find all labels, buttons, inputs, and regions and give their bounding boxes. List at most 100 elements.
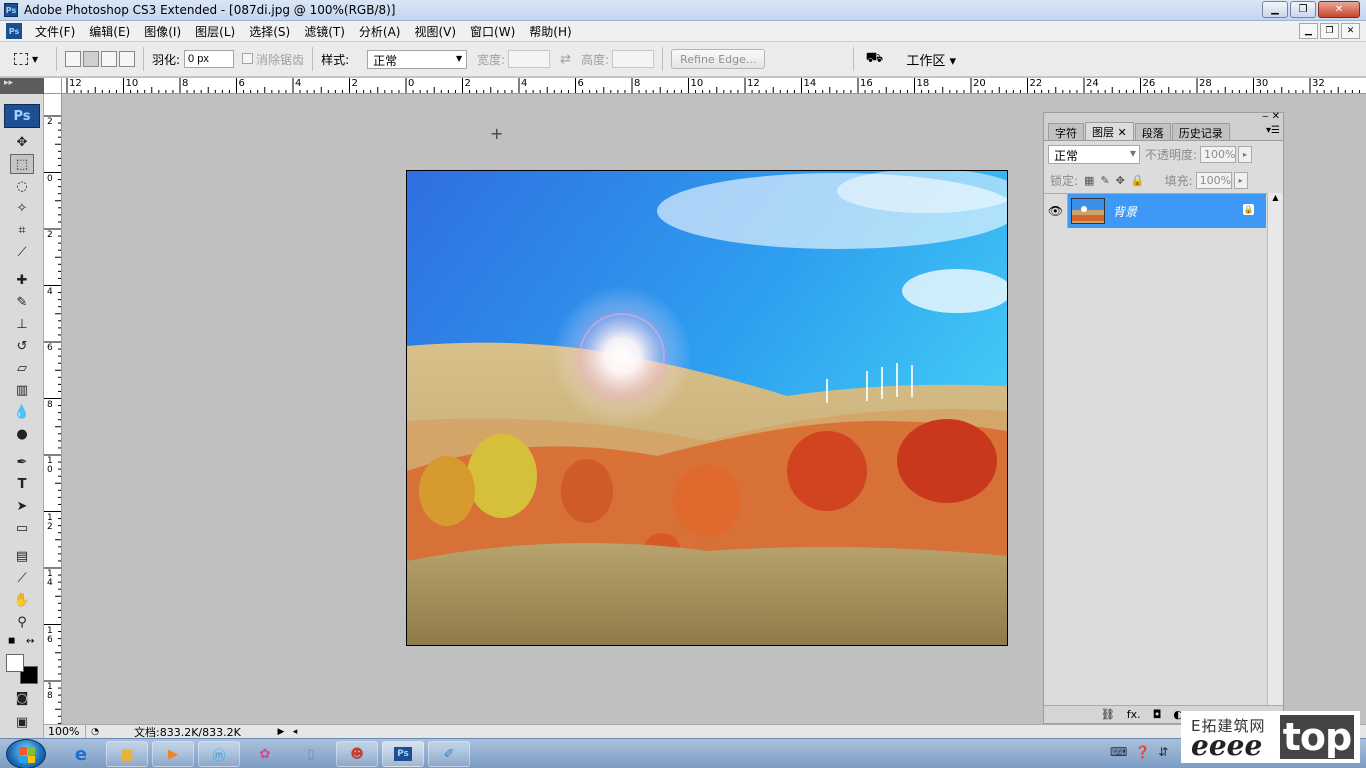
height-input[interactable] xyxy=(612,50,655,68)
color-app-icon[interactable]: ✿ xyxy=(244,741,286,767)
notes-tool-icon[interactable]: ▤ xyxy=(10,546,34,566)
swap-colors-icon[interactable]: ↔ xyxy=(26,636,34,647)
blend-mode-select[interactable]: 正常 xyxy=(1048,144,1140,164)
add-mask-icon[interactable]: ◘ xyxy=(1153,708,1162,721)
screen-mode-icon[interactable]: ▣ xyxy=(10,712,34,732)
clone-stamp-tool-icon[interactable]: ⊥ xyxy=(10,314,34,334)
close-tab-icon[interactable]: ✕ xyxy=(1118,126,1127,139)
path-selection-tool-icon[interactable]: ➤ xyxy=(10,496,34,516)
doc-close-button[interactable]: ✕ xyxy=(1341,23,1360,39)
lasso-tool-icon[interactable]: ◌ xyxy=(10,176,34,196)
hand-tool-icon[interactable]: ✋ xyxy=(10,590,34,610)
fill-input[interactable]: 100% xyxy=(1195,171,1232,189)
menu-analysis[interactable]: 分析(A) xyxy=(352,23,408,40)
tab-layers[interactable]: 图层 ✕ xyxy=(1085,122,1134,140)
menu-image[interactable]: 图像(I) xyxy=(137,23,188,40)
lock-pixels-icon[interactable]: ✎ xyxy=(1100,174,1109,187)
zoom-level[interactable]: 100% xyxy=(44,725,86,738)
ie-icon[interactable]: e xyxy=(60,741,102,767)
foreground-color-swatch[interactable] xyxy=(6,654,24,672)
paint-app-icon[interactable]: ✐ xyxy=(428,741,470,767)
menu-layer[interactable]: 图层(L) xyxy=(188,23,242,40)
gradient-tool-icon[interactable]: ▥ xyxy=(10,380,34,400)
close-button[interactable]: ✕ xyxy=(1318,1,1360,18)
restore-button[interactable]: ❐ xyxy=(1290,1,1316,18)
start-button[interactable] xyxy=(6,739,46,768)
dodge-tool-icon[interactable]: ● xyxy=(10,424,34,444)
opacity-slider-arrow-icon[interactable]: ▸ xyxy=(1238,145,1253,163)
menu-help[interactable]: 帮助(H) xyxy=(522,23,578,40)
type-tool-icon[interactable]: T xyxy=(10,474,34,494)
pen-tool-icon[interactable]: ✒ xyxy=(10,452,34,472)
menu-file[interactable]: 文件(F) xyxy=(28,23,82,40)
keyboard-icon[interactable]: ⌨ xyxy=(1110,745,1127,759)
layer-style-icon[interactable]: fx. xyxy=(1127,708,1141,721)
visibility-eye-icon[interactable]: 👁 xyxy=(1044,194,1068,228)
status-info-icon[interactable]: ◔ xyxy=(86,727,104,737)
ruler-horizontal[interactable]: 12 10 8 6 4 2 0 2 4 6 8 10 12 14 16 18 20 22 24 26 28 30 32 xyxy=(62,78,1366,94)
toolbox-header[interactable]: ▸▸ xyxy=(0,78,44,94)
panel-minimize-close-icon[interactable]: ‒ ✕ xyxy=(1262,111,1280,122)
new-selection-icon[interactable] xyxy=(65,51,81,67)
tab-history[interactable]: 历史记录 xyxy=(1171,123,1230,140)
media-player-icon[interactable]: ▶ xyxy=(152,741,194,767)
link-layers-icon[interactable]: ⛓ xyxy=(1101,708,1115,721)
menu-edit[interactable]: 编辑(E) xyxy=(82,23,137,40)
chat-app-icon[interactable]: ☻ xyxy=(336,741,378,767)
panel-titlebar[interactable]: ‒ ✕ xyxy=(1044,111,1283,123)
app-m-icon[interactable]: ⓜ xyxy=(198,741,240,767)
fill-slider-arrow-icon[interactable]: ▸ xyxy=(1233,171,1248,189)
magic-wand-tool-icon[interactable]: ✧ xyxy=(10,198,34,218)
width-input[interactable] xyxy=(508,50,551,68)
menu-view[interactable]: 视图(V) xyxy=(407,23,463,40)
add-to-selection-icon[interactable] xyxy=(83,51,99,67)
menu-select[interactable]: 选择(S) xyxy=(242,23,297,40)
help-icon[interactable]: ❓ xyxy=(1135,745,1150,759)
menu-window[interactable]: 窗口(W) xyxy=(463,23,522,40)
tool-preset-picker[interactable]: ▼ xyxy=(14,48,48,70)
ps-logo[interactable]: Ps xyxy=(4,104,40,128)
doc-minimize-button[interactable]: ▁ xyxy=(1299,23,1318,39)
tab-paragraph[interactable]: 段落 xyxy=(1134,123,1171,140)
subtract-from-selection-icon[interactable] xyxy=(101,51,117,67)
layers-scrollbar[interactable]: ▲ xyxy=(1267,193,1283,713)
crop-tool-icon[interactable]: ⌗ xyxy=(10,220,34,240)
healing-brush-tool-icon[interactable]: ✚ xyxy=(10,270,34,290)
menu-filter[interactable]: 滤镜(T) xyxy=(297,23,352,40)
ruler-vertical[interactable]: 202468101214161820 xyxy=(44,94,62,724)
document-image[interactable] xyxy=(406,170,1008,646)
lock-position-icon[interactable]: ✥ xyxy=(1116,174,1125,187)
opacity-input[interactable]: 100% xyxy=(1200,145,1237,163)
history-brush-tool-icon[interactable]: ↺ xyxy=(10,336,34,356)
lock-transparent-icon[interactable]: ▦ xyxy=(1084,174,1094,187)
panel-menu-icon[interactable]: ▾☰ xyxy=(1266,125,1280,136)
blur-tool-icon[interactable]: 💧 xyxy=(10,402,34,422)
tab-character[interactable]: 字符 xyxy=(1048,123,1084,140)
brush-tool-icon[interactable]: ✎ xyxy=(10,292,34,312)
bridge-icon[interactable]: ⛟ xyxy=(862,49,886,69)
antialias-checkbox[interactable]: 消除锯齿 xyxy=(242,51,304,68)
swap-icon[interactable]: ⇄ xyxy=(560,52,571,67)
doc-restore-button[interactable]: ❐ xyxy=(1320,23,1339,39)
ruler-corner[interactable] xyxy=(44,78,62,94)
slice-tool-icon[interactable]: ⟋ xyxy=(10,242,34,262)
network-icon[interactable]: ⇵ xyxy=(1158,745,1168,759)
feather-input[interactable] xyxy=(184,50,235,68)
refine-edge-button[interactable]: Refine Edge... xyxy=(671,49,766,69)
photoshop-taskbar-icon[interactable]: Ps xyxy=(382,741,424,767)
move-tool-icon[interactable]: ✥ xyxy=(10,132,34,152)
document-icon[interactable]: Ps xyxy=(6,23,22,39)
marquee-tool-icon[interactable]: ⬚ xyxy=(10,154,34,174)
minimize-button[interactable]: ▁ xyxy=(1262,1,1288,18)
layer-row[interactable]: 👁 背景 🔒 xyxy=(1044,194,1266,228)
notes-app-icon[interactable]: ▯ xyxy=(290,741,332,767)
status-menu-arrow-icon[interactable]: ▶ xyxy=(274,727,288,737)
style-select[interactable]: 正常 xyxy=(367,49,468,69)
workspace-menu[interactable]: 工作区 ▾ xyxy=(900,50,962,69)
default-colors-icon[interactable]: ◼ xyxy=(8,636,15,646)
intersect-selection-icon[interactable] xyxy=(119,51,135,67)
layer-selected[interactable]: 背景 🔒 xyxy=(1068,194,1266,228)
shape-tool-icon[interactable]: ▭ xyxy=(10,518,34,538)
scroll-left-icon[interactable]: ◂ xyxy=(288,727,302,737)
explorer-icon[interactable]: ▆ xyxy=(106,741,148,767)
